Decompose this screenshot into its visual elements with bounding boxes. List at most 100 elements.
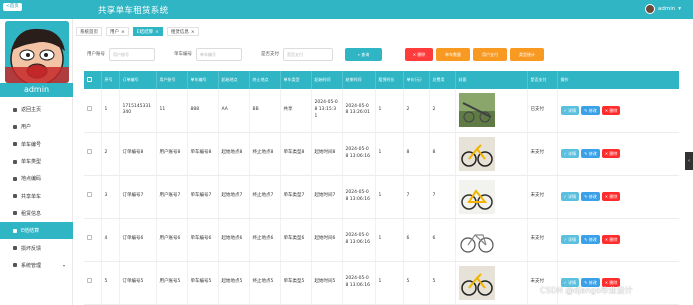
column-header: 订单编号 [119,71,157,89]
sidebar-item-bike-type[interactable]: 单车类型 [0,153,73,170]
row-checkbox[interactable] [84,261,102,305]
sidebar-menu: 返回主页 用户 单车编号 单车类型 地点编码 共享单车 租赁信息 E结结算 损坏… [0,101,73,274]
data-table: 序号 订单编号 用户账号 单车编号 起始地点 终止地点 单车类型 起始时间 结束… [84,71,679,305]
delete-button[interactable]: ✕ 删除 [601,149,621,158]
table-cell: 起始时间5 [311,261,343,305]
type-stats-button[interactable]: 类型统计 [510,48,544,61]
table-cell: 未支付 [527,261,558,305]
table-cell: 终止地点6 [249,218,281,262]
column-header: 单车类型 [280,71,312,89]
table-cell: 起始时间7 [311,175,343,219]
sidebar-item-location-code[interactable]: 地点编码 [0,170,73,187]
sidebar-item-damage-feedback[interactable]: 损坏反馈 [0,239,73,256]
user-pay-stats-label: 用户支付 [482,52,498,57]
table-cell: 已支付 [527,89,558,133]
user-avatar-icon [645,4,655,14]
table-cell: 5 [101,261,120,305]
close-icon[interactable]: × [121,30,125,35]
side-collapse-handle[interactable]: ‹ [685,152,693,170]
user-pay-stats-button[interactable]: 用户支付 [473,48,507,61]
sidebar-item-label: E结结算 [21,228,40,235]
table-cell: 单车编号7 [187,175,219,219]
table-cell: 2024-05-08 13:06:16 [342,218,376,262]
table-cell: 2 [429,89,456,133]
table-cell: 终止地点5 [249,261,281,305]
search-button[interactable]: ⌕ 查询 [345,48,382,61]
sidebar-item-bike-number[interactable]: 单车编号 [0,136,73,153]
sidebar-item-user[interactable]: 用户 [0,118,73,135]
user-account-input[interactable]: 用户账号 [109,48,155,61]
table-cell: 单车类型7 [280,175,312,219]
edit-button[interactable]: ✎ 修改 [581,149,600,158]
table-cell: 未支付 [527,132,558,176]
sidebar-item-rental-info[interactable]: 租赁信息 [0,205,73,222]
row-checkbox[interactable] [84,132,102,176]
detail-button[interactable]: ✓ 详情 [560,105,580,115]
edit-button[interactable]: ✎ 修改 [581,235,600,244]
table-cell: 4 [101,218,120,262]
delete-button[interactable]: ✕ 删除 [601,192,621,201]
settings-icon [13,263,17,268]
detail-button[interactable]: ✓ 详情 [560,235,580,244]
row-checkbox[interactable] [84,89,102,133]
select-all-checkbox[interactable] [84,71,102,89]
table-cell: 7 [403,175,430,219]
cartoon-avatar-icon [5,21,69,83]
tab-label: 系统首页 [80,30,98,35]
table-cell: 用户账号8 [156,132,188,176]
detail-button[interactable]: ✓ 详情 [560,192,580,201]
edit-button[interactable]: ✎ 修改 [581,105,600,115]
table-cell: 2024-05-08 13:06:16 [342,261,376,305]
paid-status-input[interactable]: 是否支付 [283,48,333,61]
user-menu[interactable]: admin ▾ [645,4,681,14]
sidebar-item-label: 用户 [21,124,32,131]
sidebar-item-home[interactable]: 返回主页 [0,101,73,118]
row-checkbox[interactable] [84,218,102,262]
tab-rental-info[interactable]: 租赁信息 × [166,27,199,36]
table-cell: 起始地点6 [218,218,250,262]
sidebar-item-settlement[interactable]: E结结算 [0,222,73,240]
table-cell: 共享 [280,89,312,133]
table-cell: 3 [101,175,120,219]
row-actions: ✓ 详情 ✎ 修改 ✕ 删除 [557,175,679,219]
sidebar-item-shared-bike[interactable]: 共享单车 [0,187,73,204]
table-cell: 1 [375,89,404,133]
table-cell: 单车类型8 [280,132,312,176]
batch-delete-button[interactable]: ✕ 删除 [405,48,433,61]
column-header: 起始地点 [218,71,250,89]
sidebar-item-system-admin[interactable]: 系统管理 ▾ [0,257,73,274]
chevron-down-icon: ▾ [678,6,681,12]
settle-icon [13,228,17,233]
close-icon[interactable]: × [155,30,159,35]
column-header: 租赁时长 [375,71,404,89]
bike-cover-image [455,261,528,305]
tab-home[interactable]: 系统首页 [76,27,102,36]
edit-label: 修改 [588,107,597,113]
back-home-button[interactable]: <首页 [3,3,22,11]
detail-button[interactable]: ✓ 详情 [560,149,580,158]
tab-settlement[interactable]: E结结算 × [132,27,163,36]
edit-button[interactable]: ✎ 修改 [581,192,600,201]
bike-number-input[interactable]: 单车编号 [196,48,242,61]
table-cell: 用户账号6 [156,218,188,262]
table-cell: 用户账号5 [156,261,188,305]
top-bar: <首页 共享单车租赁系统 admin ▾ [0,0,693,19]
table-row: 2 订单编号8 用户账号8 单车编号8 起始地点8 终止地点8 单车类型8 起始时间8 2024… [84,132,679,176]
table-cell: 6 [429,218,456,262]
feedback-icon [13,246,17,251]
tab-user[interactable]: 用户 × [106,27,129,36]
breadcrumb-tabs: 系统首页 用户 × E结结算 × 租赁信息 × [76,27,199,36]
row-checkbox[interactable] [84,175,102,219]
sidebar-item-label: 共享单车 [21,193,42,200]
table-cell: 单车类型6 [280,218,312,262]
search-bar: 用户账号 用户账号 单车编号 单车编号 是否支付 是否支付 ⌕ 查询 ✕ 删除 … [84,47,674,63]
close-icon[interactable]: × [191,30,195,35]
delete-button[interactable]: ✕ 删除 [601,235,621,244]
bike-stats-button[interactable]: 单车数量 [436,48,470,61]
table-cell: 未支付 [527,175,558,219]
sidebar: admin 返回主页 用户 单车编号 单车类型 地点编码 共享单车 租赁信息 E… [0,19,73,305]
delete-button[interactable]: ✕ 删除 [601,105,621,115]
table-row: 4 订单编号6 用户账号6 单车编号6 起始地点6 终止地点6 单车类型6 起始时间6 2024… [84,218,679,262]
sidebar-item-label: 租赁信息 [21,210,42,217]
table-cell: 订单编号8 [119,132,157,176]
